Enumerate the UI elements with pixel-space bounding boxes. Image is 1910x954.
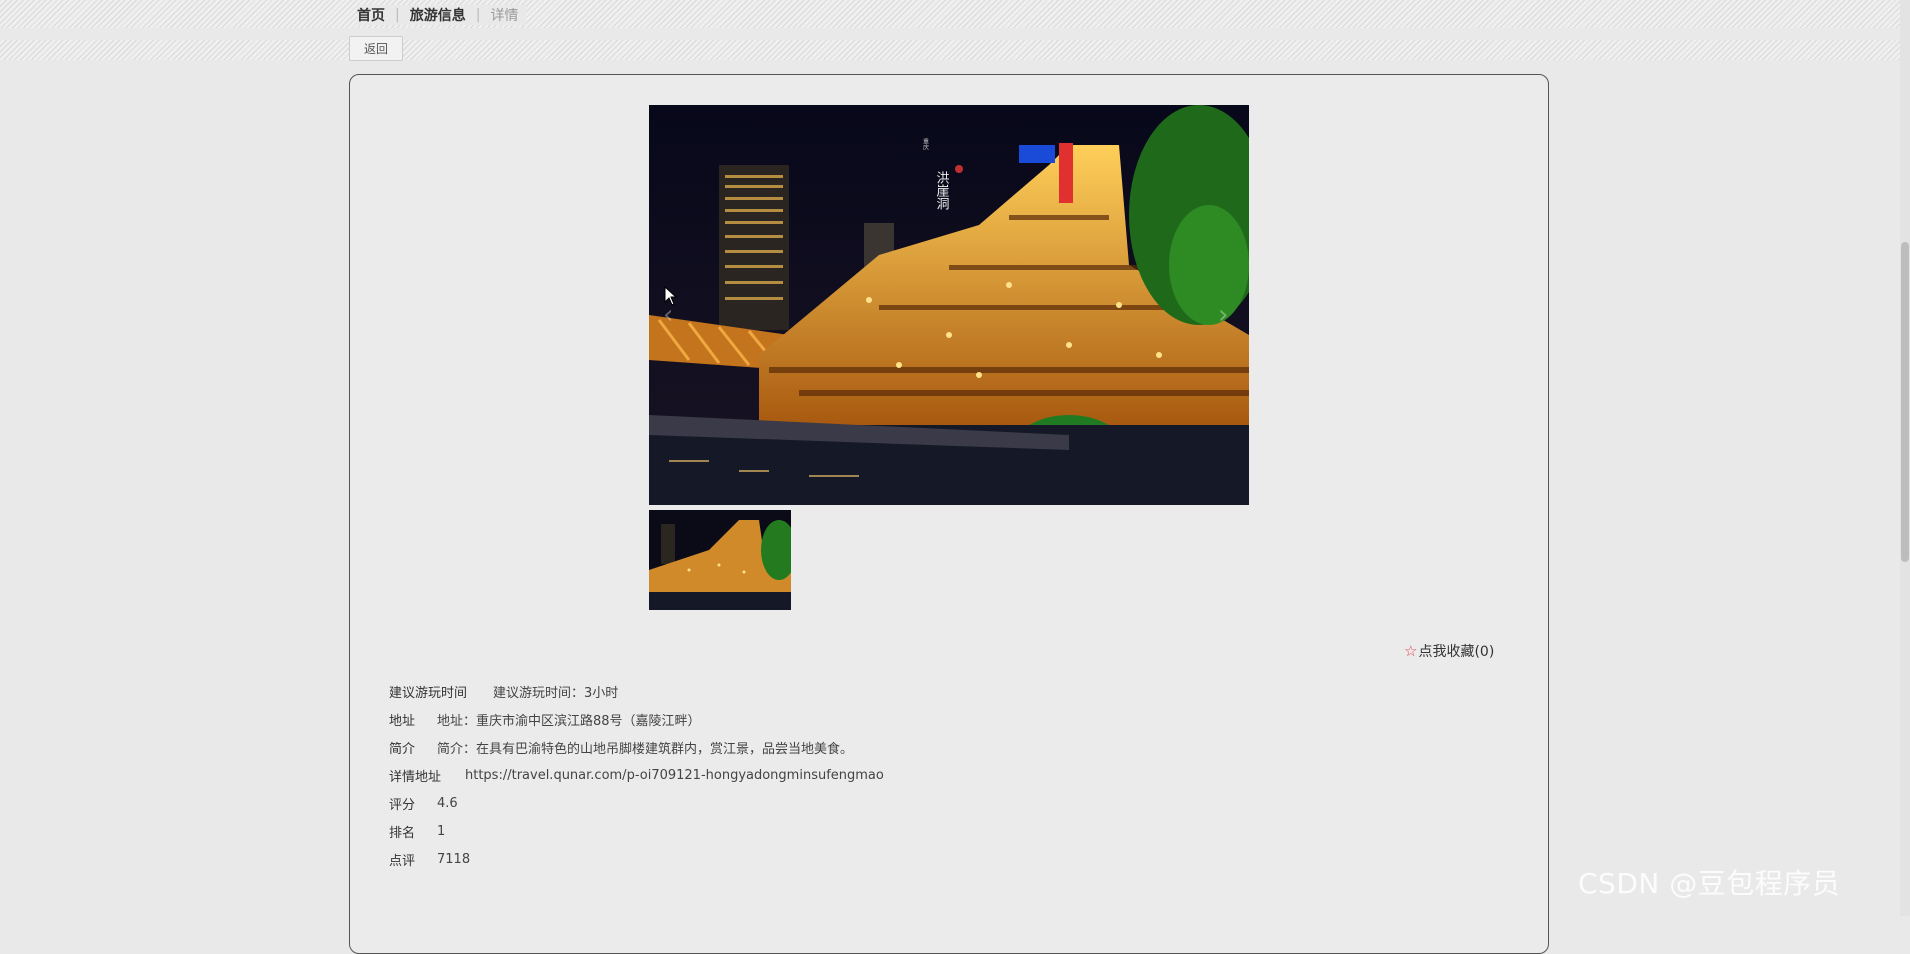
next-arrow-icon[interactable]: › [1218, 300, 1228, 330]
detail-row-address: 地址 地址：重庆市渝中区滨江路88号（嘉陵江畔） [389, 705, 884, 733]
watermark: CSDN @豆包程序员 [1578, 867, 1841, 900]
hongyadong-thumbnail-image [649, 510, 791, 610]
detail-label: 评分 [389, 797, 416, 813]
detail-row-play-time: 建议游玩时间 建议游玩时间：3小时 [389, 677, 884, 705]
detail-row-intro: 简介 简介：在具有巴渝特色的山地吊脚楼建筑群内，赏江景，品尝当地美食。 [389, 733, 884, 761]
detail-label: 点评 [389, 853, 416, 869]
detail-label: 详情地址 [389, 769, 442, 785]
breadcrumb-current: 详情 [490, 8, 519, 24]
detail-url-link[interactable]: https://travel.qunar.com/p-oi709121-hong… [465, 768, 884, 783]
detail-label: 建议游玩时间 [389, 685, 468, 701]
mouse-cursor-icon [664, 286, 678, 306]
favorite-button[interactable]: ☆ 点我收藏(0) [1404, 641, 1494, 661]
detail-value: 4.6 [437, 795, 458, 811]
breadcrumb-separator: | [395, 7, 400, 23]
detail-value: 地址：重庆市渝中区滨江路88号（嘉陵江畔） [437, 713, 701, 729]
detail-value: 建议游玩时间：3小时 [493, 685, 619, 701]
star-icon: ☆ [1404, 642, 1418, 660]
breadcrumb: 首页 | 旅游信息 | 详情 [357, 5, 527, 25]
detail-label: 排名 [389, 825, 416, 841]
toolbar-stripe [0, 40, 1900, 60]
breadcrumb-home[interactable]: 首页 [357, 5, 385, 25]
detail-row-url: 详情地址 https://travel.qunar.com/p-oi709121… [389, 761, 884, 789]
photo-sign-title: 洪崖洞 [934, 171, 950, 210]
detail-row-reviews: 点评 7118 [389, 845, 884, 873]
vertical-scrollbar[interactable] [1900, 0, 1910, 916]
photo-thumbnail[interactable] [649, 510, 791, 610]
back-button[interactable]: 返回 [349, 36, 403, 61]
detail-value: 1 [437, 823, 446, 839]
detail-row-rank: 排名 1 [389, 817, 884, 845]
detail-value: 简介：在具有巴渝特色的山地吊脚楼建筑群内，赏江景，品尝当地美食。 [437, 741, 854, 757]
photo-sign-subtitle: 重庆 [922, 137, 929, 151]
main-photo: 洪崖洞 重庆 [649, 105, 1249, 505]
detail-label: 简介 [389, 741, 416, 757]
detail-label: 地址 [389, 713, 416, 729]
detail-list: 建议游玩时间 建议游玩时间：3小时 地址 地址：重庆市渝中区滨江路88号（嘉陵江… [389, 677, 884, 873]
breadcrumb-separator: | [475, 7, 481, 23]
header-stripe [0, 0, 1900, 28]
hongyadong-night-photo: 洪崖洞 重庆 [649, 105, 1249, 505]
detail-row-rating: 评分 4.6 [389, 789, 884, 817]
detail-value: 7118 [437, 851, 471, 867]
breadcrumb-travel-info[interactable]: 旅游信息 [410, 5, 466, 25]
scrollbar-thumb[interactable] [1901, 242, 1909, 562]
favorite-label: 点我收藏(0) [1418, 644, 1495, 660]
